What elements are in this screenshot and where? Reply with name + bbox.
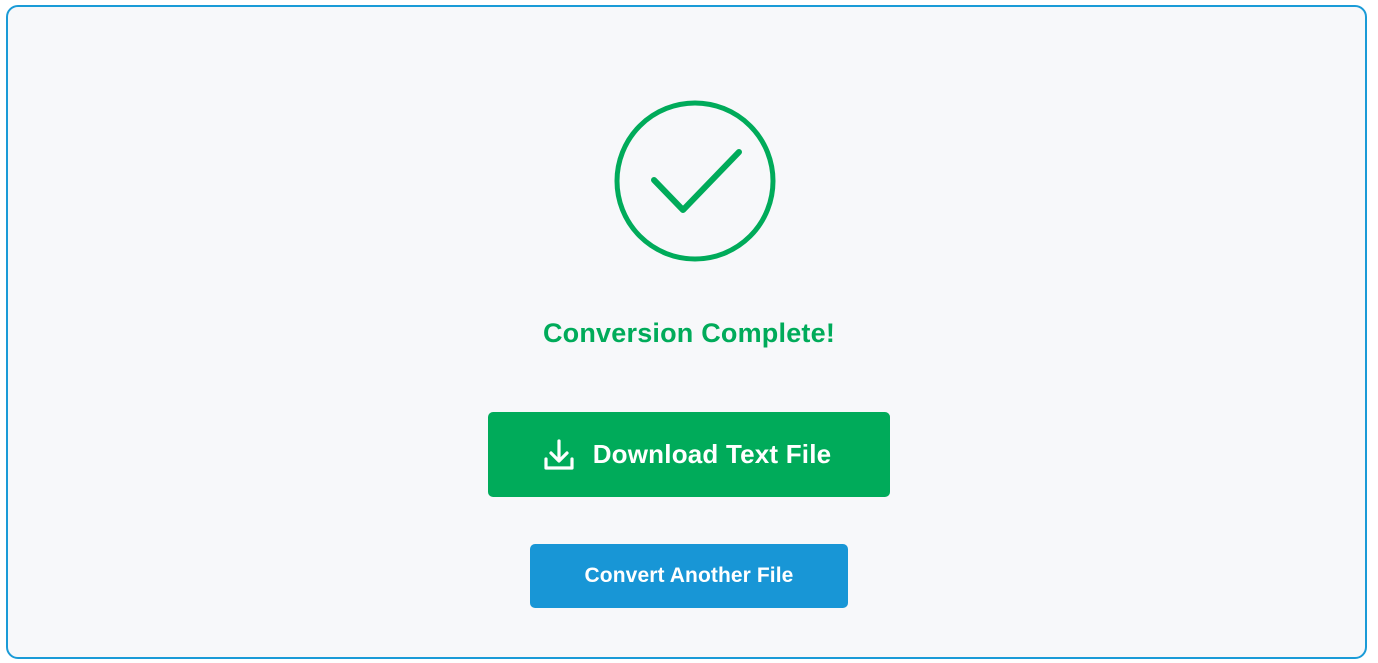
check-circle-icon [614, 100, 776, 262]
status-title: Conversion Complete! [542, 318, 836, 348]
convert-button-label: Convert Another File [584, 564, 794, 587]
download-text-file-button[interactable]: Download Text File [488, 412, 890, 497]
convert-another-file-button[interactable]: Convert Another File [530, 544, 848, 608]
download-icon [544, 438, 574, 470]
download-button-label: Download Text File [592, 439, 832, 469]
